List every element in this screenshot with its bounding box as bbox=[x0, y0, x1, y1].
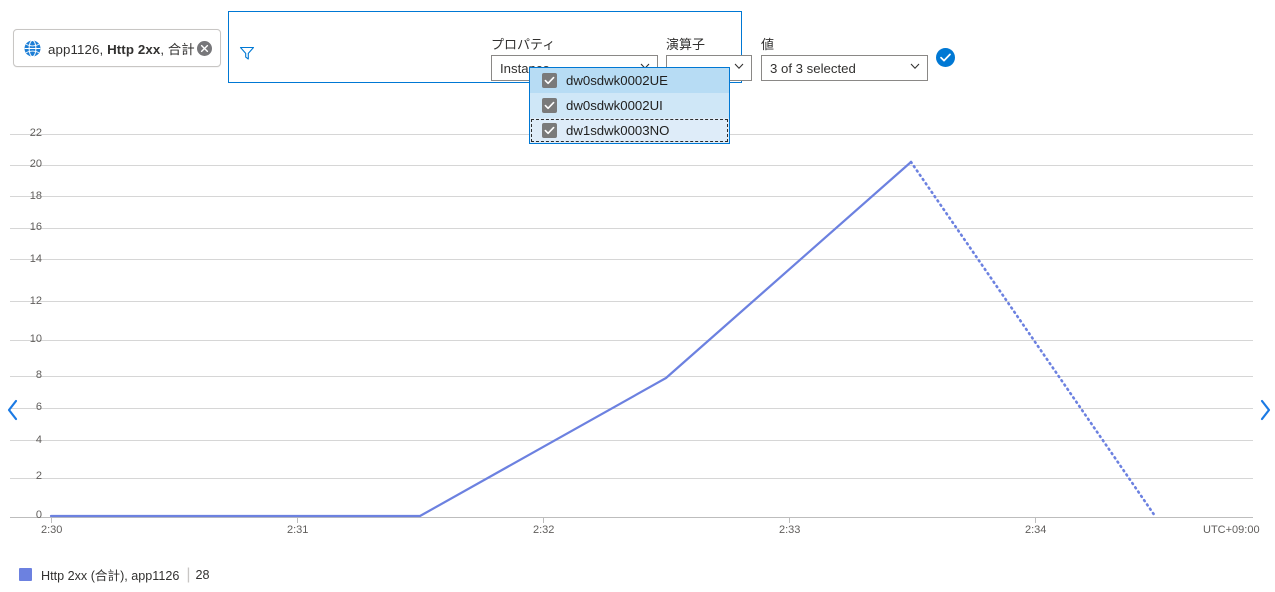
close-icon[interactable] bbox=[197, 40, 212, 56]
checkbox-checked-icon[interactable] bbox=[542, 73, 557, 88]
x-tick-label: 2:32 bbox=[533, 524, 555, 536]
chevron-left-icon bbox=[6, 399, 20, 426]
checkbox-checked-icon[interactable] bbox=[542, 123, 557, 138]
chart-series-solid bbox=[49, 160, 913, 518]
legend-value: 28 bbox=[195, 567, 210, 582]
x-tick-label: 2:34 bbox=[1025, 524, 1047, 536]
dropdown-option-2[interactable]: dw1sdwk0003NO bbox=[530, 118, 729, 143]
y-tick-label: 18 bbox=[29, 190, 42, 202]
filter-confirm-button[interactable] bbox=[936, 48, 955, 67]
metric-chip-metric: Http 2xx bbox=[107, 41, 161, 57]
x-tick-label: 2:31 bbox=[287, 524, 309, 536]
filter-value-value: 3 of 3 selected bbox=[770, 60, 856, 76]
dropdown-option-0[interactable]: dw0sdwk0002UE bbox=[530, 68, 729, 93]
y-tick-label: 2 bbox=[35, 470, 42, 482]
filter-value-field: 値 3 of 3 selected bbox=[761, 36, 928, 81]
y-tick-label: 16 bbox=[29, 221, 42, 233]
chart-series-dashed bbox=[909, 160, 1157, 518]
funnel-icon bbox=[239, 45, 255, 61]
y-tick-label: 4 bbox=[35, 434, 42, 446]
filter-value-label: 値 bbox=[761, 37, 775, 52]
metric-chip-resource: app1126, bbox=[48, 41, 104, 57]
chart-next-button[interactable] bbox=[1254, 392, 1275, 432]
dropdown-option-1[interactable]: dw0sdwk0002UI bbox=[530, 93, 729, 118]
chart-prev-button[interactable] bbox=[2, 392, 24, 432]
y-tick-label: 10 bbox=[29, 333, 42, 345]
chevron-down-icon bbox=[733, 59, 745, 77]
chart-container: 22 20 18 16 14 12 10 8 6 4 2 0 2:30 2:31… bbox=[0, 100, 1275, 550]
filter-property-label: プロパティ bbox=[491, 37, 556, 52]
legend-color-swatch bbox=[19, 568, 32, 581]
check-circle-icon bbox=[940, 53, 951, 62]
chart-gridlines bbox=[10, 134, 1253, 518]
y-tick-label: 0 bbox=[35, 509, 42, 521]
legend-separator: | bbox=[186, 565, 191, 583]
chevron-down-icon bbox=[909, 59, 921, 77]
y-tick-label: 8 bbox=[35, 369, 42, 381]
web-app-globe-icon bbox=[24, 39, 41, 57]
metric-chip-label: app1126, Http 2xx, 合計 bbox=[48, 39, 195, 58]
y-tick-label: 14 bbox=[29, 253, 42, 265]
y-tick-label: 20 bbox=[29, 158, 42, 170]
metric-chip-aggregation: , 合計 bbox=[160, 41, 195, 57]
metric-chip[interactable]: app1126, Http 2xx, 合計 bbox=[13, 29, 221, 67]
metrics-chart-page: app1126, Http 2xx, 合計 プロパティ Instance 演算子… bbox=[0, 0, 1275, 592]
x-tick-label: 2:30 bbox=[41, 524, 63, 536]
x-tick-label: 2:33 bbox=[779, 524, 801, 536]
timezone-label: UTC+09:00 bbox=[1203, 524, 1260, 536]
filter-value-select[interactable]: 3 of 3 selected bbox=[761, 55, 928, 81]
chart-plot bbox=[10, 134, 1253, 523]
chevron-right-icon bbox=[1258, 399, 1272, 426]
dropdown-option-label: dw0sdwk0002UE bbox=[566, 73, 668, 88]
dropdown-option-label: dw0sdwk0002UI bbox=[566, 98, 663, 113]
filter-value-dropdown: dw0sdwk0002UE dw0sdwk0002UI dw1sdwk0003N… bbox=[529, 67, 730, 144]
y-tick-label: 22 bbox=[29, 127, 42, 139]
y-tick-label: 12 bbox=[29, 295, 42, 307]
checkbox-checked-icon[interactable] bbox=[542, 98, 557, 113]
dropdown-option-label: dw1sdwk0003NO bbox=[566, 123, 670, 138]
legend-label: Http 2xx (合計), app1126 bbox=[41, 569, 180, 583]
chart-legend[interactable]: Http 2xx (合計), app1126 | 28 bbox=[19, 565, 210, 584]
filter-operator-label: 演算子 bbox=[666, 37, 706, 52]
